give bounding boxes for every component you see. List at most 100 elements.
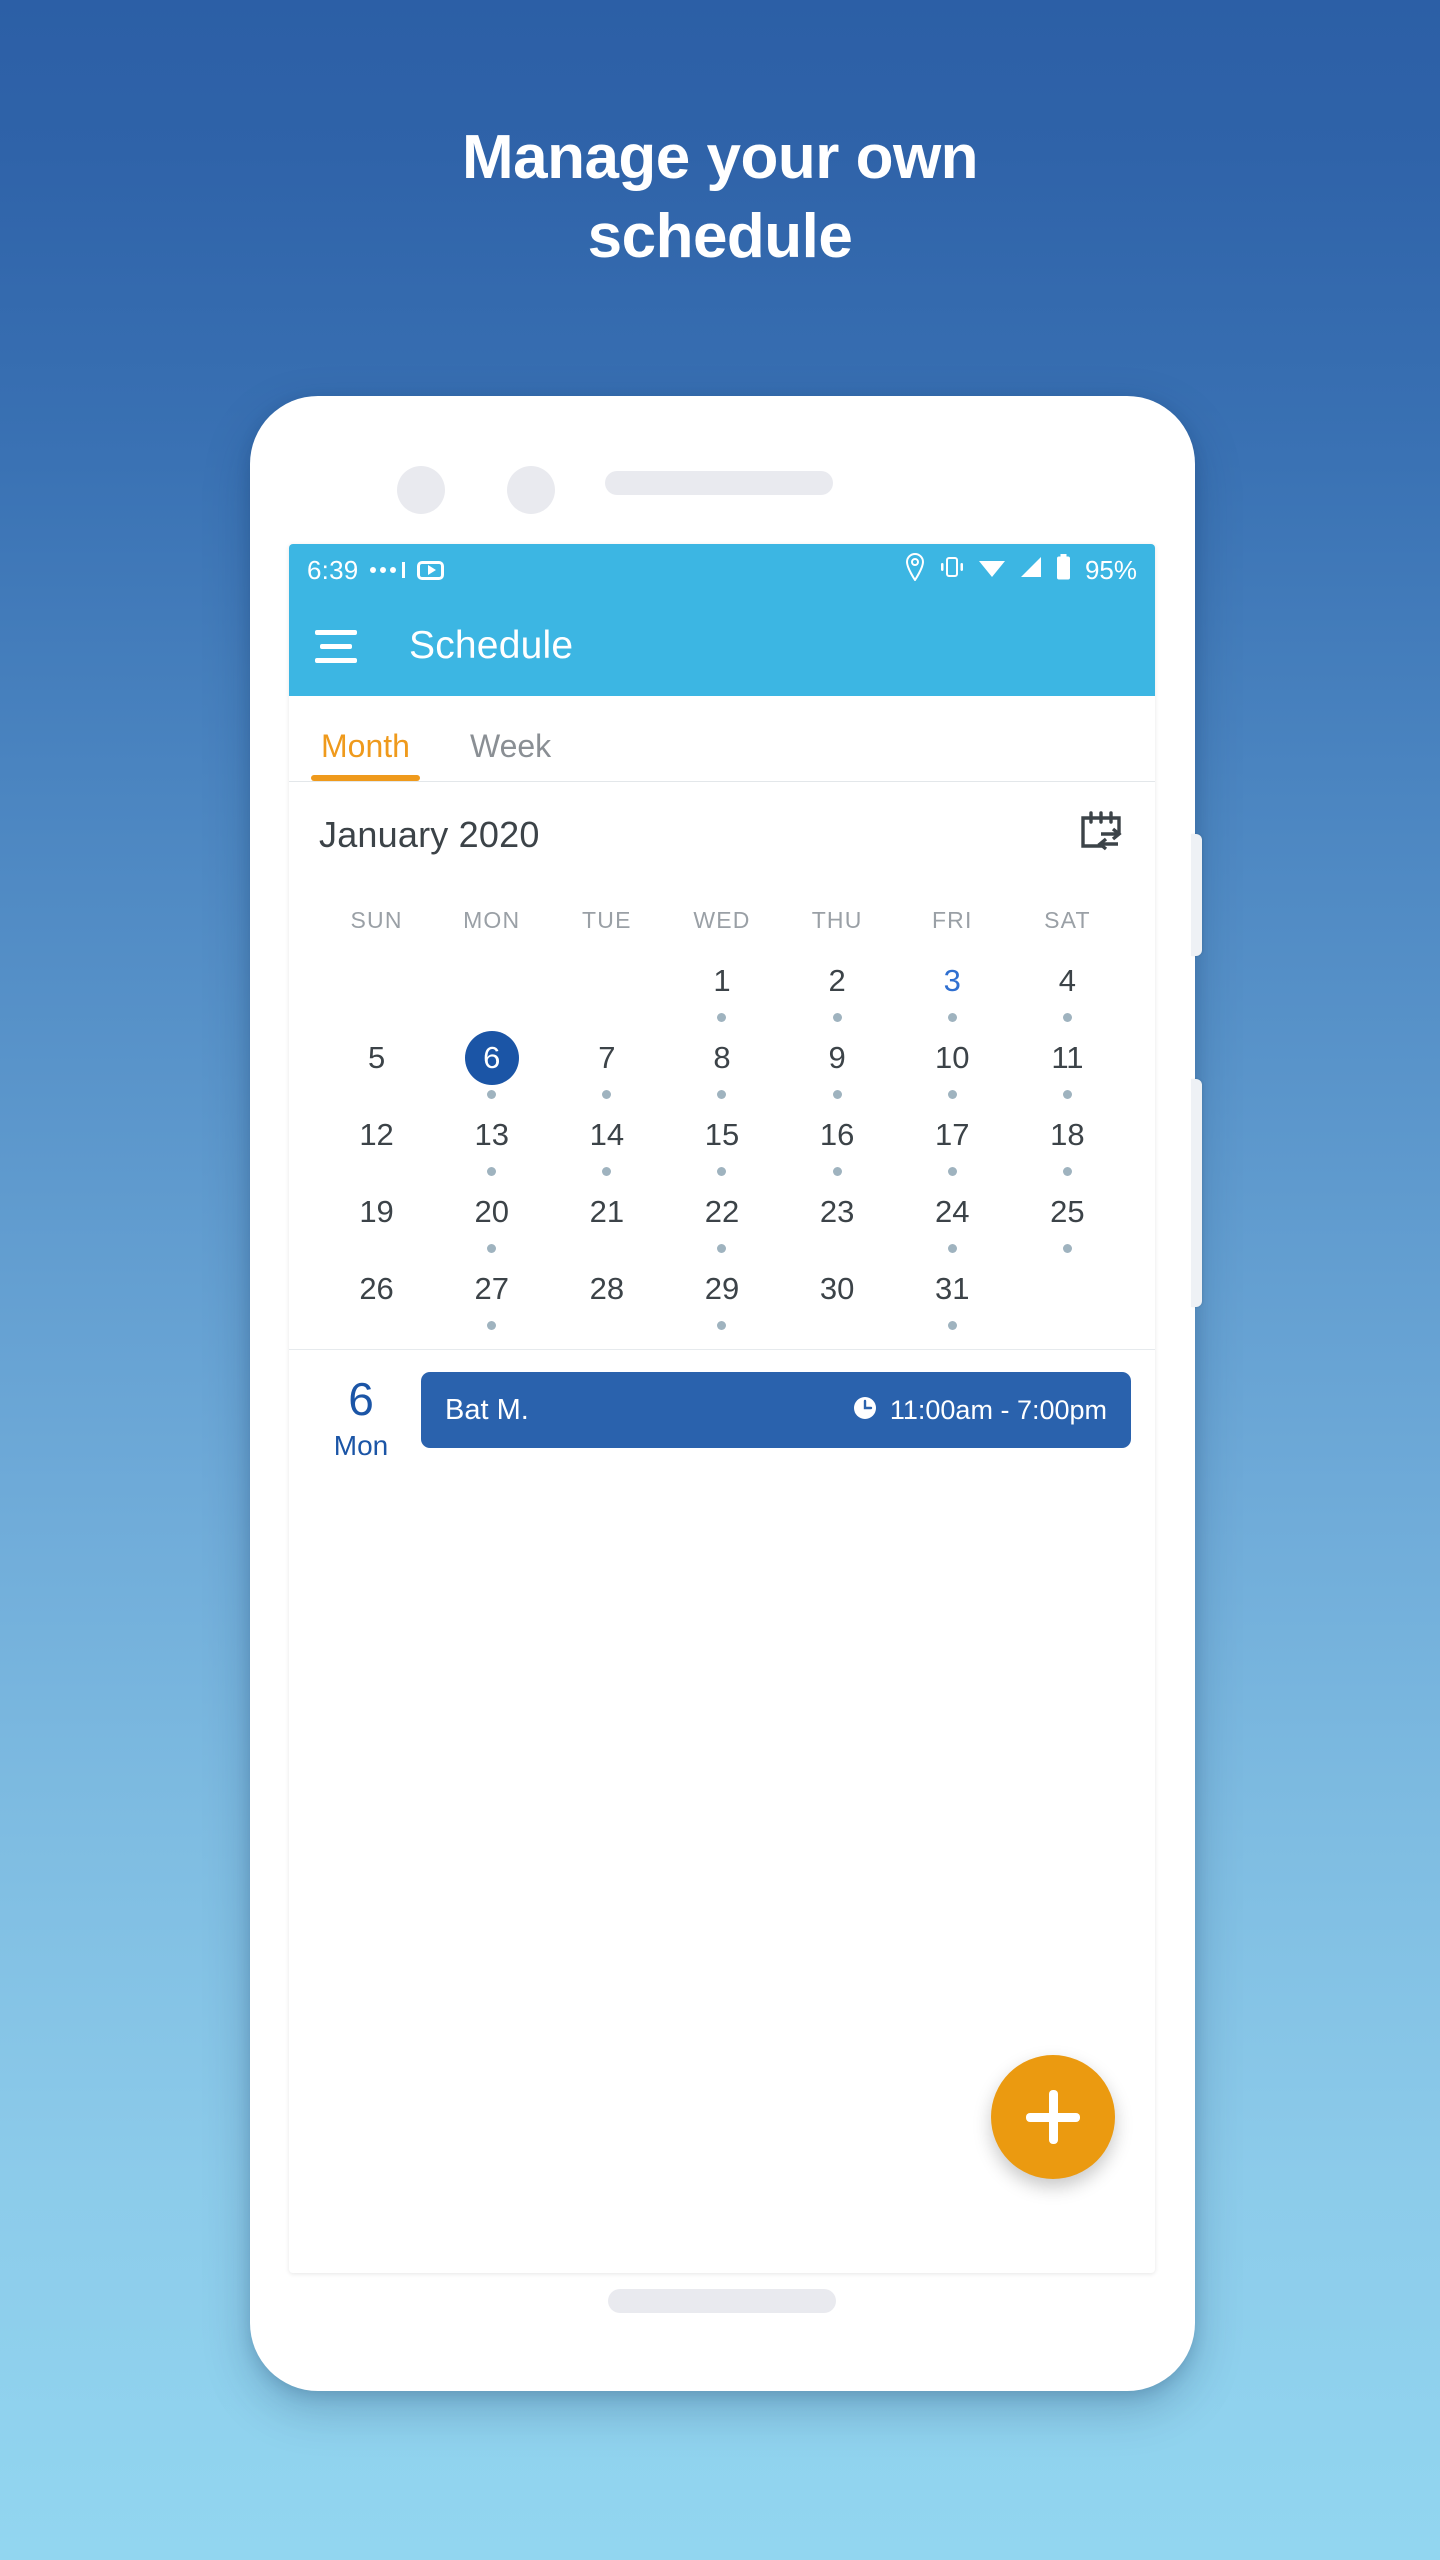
weekday-header-sun: SUN <box>350 907 403 933</box>
calendar-day-event-dot <box>947 1167 957 1176</box>
calendar-day-number: 21 <box>589 1194 625 1229</box>
calendar-day-10[interactable]: 10 <box>895 1031 1010 1108</box>
calendar-day-13[interactable]: 13 <box>434 1108 549 1185</box>
calendar-day-number: 29 <box>704 1271 740 1306</box>
view-tabs: Month Week <box>289 696 1155 782</box>
weekday-header-thu: THU <box>811 907 863 933</box>
calendar-day-19[interactable]: 19 <box>319 1185 434 1262</box>
phone-side-button-bottom[interactable] <box>1191 1079 1202 1307</box>
event-time-group: 11:00am - 7:00pm <box>852 1395 1107 1426</box>
event-row: 6 Mon Bat M. 11:00am - 7:00pm <box>313 1372 1131 1462</box>
calendar-day-number: 14 <box>589 1117 625 1152</box>
event-day-number: 6 <box>348 1373 374 1425</box>
calendar-day-5[interactable]: 5 <box>319 1031 434 1108</box>
status-bar-left: 6:39 <box>307 554 445 586</box>
calendar-day-event-dot <box>717 1167 727 1176</box>
tab-month[interactable]: Month <box>311 728 420 781</box>
clock-icon <box>852 1395 878 1426</box>
calendar-day-25[interactable]: 25 <box>1010 1185 1125 1262</box>
calendar-day-number: 10 <box>935 1040 970 1075</box>
battery-percentage: 95% <box>1084 554 1137 585</box>
calendar-day-30[interactable]: 30 <box>780 1262 895 1339</box>
calendar-day-8[interactable]: 8 <box>664 1031 779 1108</box>
calendar-header: January 2020 <box>319 808 1125 861</box>
calendar-day-number: 5 <box>367 1040 386 1075</box>
calendar-day-29[interactable]: 29 <box>664 1262 779 1339</box>
calendar-day-1[interactable]: 1 <box>664 954 779 1031</box>
calendar-day-14[interactable]: 14 <box>549 1108 664 1185</box>
weekday-header-tue: TUE <box>582 907 632 933</box>
weekday-header-sat: SAT <box>1044 907 1091 933</box>
calendar-day-26[interactable]: 26 <box>319 1262 434 1339</box>
more-dots-icon <box>370 562 406 578</box>
calendar-day-number: 12 <box>359 1117 394 1152</box>
calendar-day-number: 9 <box>828 1040 846 1075</box>
add-event-fab[interactable] <box>991 2055 1115 2179</box>
front-camera-icon <box>507 466 555 514</box>
calendar-day-11[interactable]: 11 <box>1010 1031 1125 1108</box>
calendar-day-3[interactable]: 3 <box>895 954 1010 1031</box>
calendar-day-21[interactable]: 21 <box>549 1185 664 1262</box>
calendar-day-number: 19 <box>359 1194 394 1229</box>
calendar-day-20[interactable]: 20 <box>434 1185 549 1262</box>
calendar-day-18[interactable]: 18 <box>1010 1108 1125 1185</box>
calendar-day-number: 25 <box>1050 1194 1085 1229</box>
calendar-day-15[interactable]: 15 <box>664 1108 779 1185</box>
calendar-day-event-dot <box>1062 1090 1072 1099</box>
weekday-header-mon: MON <box>463 907 521 933</box>
calendar-day-number: 3 <box>943 963 961 998</box>
event-date: 6 Mon <box>313 1372 409 1462</box>
calendar-month-label: January 2020 <box>319 813 540 855</box>
calendar-day-12[interactable]: 12 <box>319 1108 434 1185</box>
event-card[interactable]: Bat M. 11:00am - 7:00pm <box>421 1372 1131 1448</box>
status-bar-right: 95% <box>904 552 1137 588</box>
calendar-day-number: 1 <box>713 963 731 998</box>
plus-icon-vertical <box>1048 2090 1058 2144</box>
calendar-day-event-dot <box>487 1090 497 1099</box>
weekday-header-wed: WED <box>693 907 751 933</box>
calendar-day-event-dot <box>717 1244 727 1253</box>
event-title: Bat M. <box>445 1393 529 1426</box>
calendar-day-16[interactable]: 16 <box>780 1108 895 1185</box>
calendar-day-4[interactable]: 4 <box>1010 954 1125 1031</box>
calendar-day-number: 20 <box>474 1194 509 1229</box>
calendar-day-number: 6 <box>464 1031 519 1085</box>
calendar-day-28[interactable]: 28 <box>549 1262 664 1339</box>
calendar-day-22[interactable]: 22 <box>664 1185 779 1262</box>
calendar-day-number: 22 <box>704 1194 740 1229</box>
front-sensor-icon <box>397 466 445 514</box>
vibrate-icon <box>939 554 965 587</box>
calendar-day-number: 7 <box>598 1040 616 1075</box>
calendar-day-number: 16 <box>819 1117 855 1152</box>
status-bar: 6:39 95% <box>289 544 1155 596</box>
promo-screenshot: Manage your own schedule 6:39 95% Schedu… <box>0 0 1440 2560</box>
calendar-day-27[interactable]: 27 <box>434 1262 549 1339</box>
calendar-day-2[interactable]: 2 <box>780 954 895 1031</box>
status-clock: 6:39 <box>307 554 359 585</box>
phone-top-bezel <box>250 396 1195 541</box>
calendar-day-grid: 1 2 3 4 5 6 7 8 9 10 11 12 13 14 15 16 17 18 19 20 21 22 23 24 2… <box>319 954 1125 1339</box>
calendar-day-event-dot <box>487 1244 497 1253</box>
tab-week[interactable]: Week <box>464 728 557 781</box>
calendar-day-number: 17 <box>935 1117 970 1152</box>
calendar-day-event-dot <box>1062 1244 1072 1253</box>
calendar-swap-icon[interactable] <box>1077 808 1125 861</box>
calendar-day-event-dot <box>947 1321 957 1330</box>
calendar-day-31[interactable]: 31 <box>895 1262 1010 1339</box>
calendar-day-17[interactable]: 17 <box>895 1108 1010 1185</box>
calendar-day-number: 24 <box>935 1194 970 1229</box>
youtube-play-icon <box>417 560 445 580</box>
calendar-day-number: 23 <box>819 1194 855 1229</box>
calendar-day-7[interactable]: 7 <box>549 1031 664 1108</box>
calendar-day-9[interactable]: 9 <box>780 1031 895 1108</box>
calendar-day-23[interactable]: 23 <box>780 1185 895 1262</box>
earpiece-speaker <box>605 471 833 495</box>
calendar-day-number: 4 <box>1058 963 1077 998</box>
phone-side-button-top[interactable] <box>1191 834 1202 956</box>
calendar-day-event-dot <box>947 1244 957 1253</box>
calendar-day-6[interactable]: 6 <box>434 1031 549 1108</box>
hamburger-menu-icon[interactable] <box>315 629 357 663</box>
calendar-day-event-dot <box>947 1013 957 1022</box>
app-bar: Schedule <box>289 596 1155 696</box>
calendar-day-24[interactable]: 24 <box>895 1185 1010 1262</box>
